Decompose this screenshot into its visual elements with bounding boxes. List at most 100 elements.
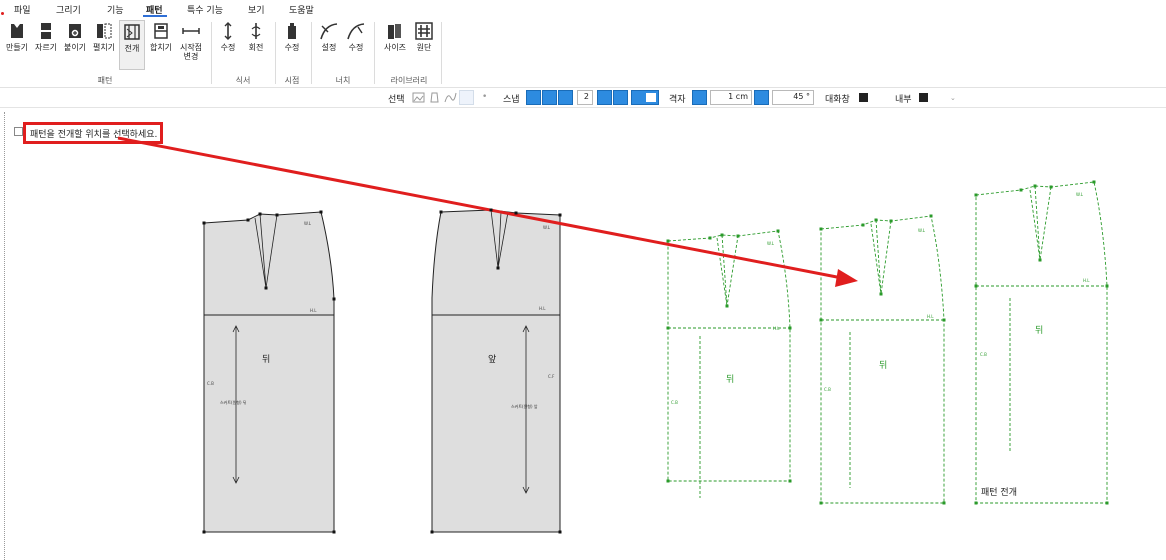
active-tab-indicator xyxy=(143,15,167,17)
make-pattern-icon xyxy=(11,24,23,38)
view-edit-label: 수정 xyxy=(284,43,300,52)
unfolded-pattern-2[interactable] xyxy=(820,215,945,504)
notch-edit-button[interactable]: 수정 xyxy=(343,20,369,52)
attach-button[interactable]: 붙이기 xyxy=(61,20,89,52)
snap-divide-input[interactable]: 2 xyxy=(577,90,593,105)
snap-curve-icon[interactable] xyxy=(597,90,612,105)
seam-edit-label: 수정 xyxy=(220,43,236,52)
snap-endpoint-icon[interactable] xyxy=(526,90,541,105)
grid-label: 격자 xyxy=(669,95,686,105)
back-hip-label: H.L xyxy=(310,308,317,313)
vertex-marker xyxy=(874,218,878,222)
unfold3-back-label: 뒤 xyxy=(1035,324,1043,336)
back-grain-label: 스커트(원형) 뒤 xyxy=(220,399,247,405)
back-cb-label: C.B xyxy=(207,381,214,386)
fabric-grid-icon xyxy=(415,22,433,40)
view-edit-button[interactable]: 수정 xyxy=(280,20,304,52)
fabric-button[interactable]: 원단 xyxy=(411,20,437,52)
grainline-rotate-icon xyxy=(251,23,261,39)
start-point-label: 시작점 xyxy=(179,43,203,52)
vertex-marker xyxy=(708,236,712,240)
vertex-marker xyxy=(819,501,823,505)
vertex-marker xyxy=(819,227,823,231)
notch-set-button[interactable]: 설정 xyxy=(316,20,342,52)
pattern-select-icon[interactable] xyxy=(427,90,442,105)
vertex-marker xyxy=(942,318,946,322)
seam-rotate-button[interactable]: 회전 xyxy=(244,20,268,52)
unfold1-waist-label: W.L xyxy=(767,241,775,246)
group-divider xyxy=(275,22,276,84)
unfold-caption: 패턴 전개 xyxy=(981,487,1017,498)
snap-center-icon[interactable] xyxy=(613,90,628,105)
snap-midpoint-icon[interactable] xyxy=(558,90,573,105)
grid-size-input[interactable]: 1 cm xyxy=(710,90,752,105)
menu-function[interactable]: 기능 xyxy=(107,3,124,16)
make-label: 만들기 xyxy=(5,43,29,52)
vertex-marker xyxy=(1105,284,1109,288)
line-select-icon[interactable] xyxy=(459,90,474,105)
seam-edit-button[interactable]: 수정 xyxy=(216,20,240,52)
pattern-drawing[interactable]: 뒤 앞 스커트(원형) 뒤 스커트(원형) 앞 W.L W.L H.L H.L … xyxy=(0,108,1166,560)
group-divider xyxy=(311,22,312,84)
size-label: 사이즈 xyxy=(383,43,407,52)
size-button[interactable]: 사이즈 xyxy=(380,20,410,52)
unfold-label: 전개 xyxy=(124,44,140,53)
options-toolbar: 선택 • 스냅 2 격자 1 cm 45 ° 대화창 내부 ⌄ xyxy=(0,88,1166,108)
snap-toggle[interactable] xyxy=(631,90,659,105)
snap-intersection-icon[interactable] xyxy=(542,90,557,105)
make-button[interactable]: 만들기 xyxy=(3,20,31,52)
vertex-marker xyxy=(1019,188,1023,192)
back-waist-label: W.L xyxy=(304,221,312,226)
curve-select-icon[interactable] xyxy=(443,90,458,105)
inner-color-swatch[interactable] xyxy=(919,93,928,102)
unfolded-pattern-3[interactable] xyxy=(975,181,1108,504)
menu-help[interactable]: 도움말 xyxy=(289,3,314,16)
app-window: 파일 그리기 기능 패턴 특수 기능 보기 도움말 만들기 자르기 붙이기 펼치… xyxy=(0,0,1166,560)
menu-view[interactable]: 보기 xyxy=(248,3,265,16)
vertex-marker xyxy=(788,326,792,330)
menu-special[interactable]: 특수 기능 xyxy=(187,3,223,16)
notch-set-label: 설정 xyxy=(321,43,337,52)
grid-angle-input[interactable]: 45 ° xyxy=(772,90,814,105)
group-view-label: 시점 xyxy=(284,76,300,85)
vertex-marker xyxy=(558,530,562,534)
unfolded-pattern-1[interactable] xyxy=(667,230,791,498)
unfold-button[interactable]: 전개 xyxy=(119,20,145,70)
unfold2-back-label: 뒤 xyxy=(879,359,887,371)
vertex-marker xyxy=(666,326,670,330)
vertex-marker xyxy=(202,221,206,225)
vertex-marker xyxy=(666,239,670,243)
group-seam-label: 식서 xyxy=(235,76,251,85)
front-skirt-pattern[interactable] xyxy=(431,209,561,533)
menu-file[interactable]: 파일 xyxy=(14,3,31,16)
back-skirt-pattern[interactable] xyxy=(203,211,335,533)
front-cf-label: C.F xyxy=(548,374,555,379)
cut-label: 자르기 xyxy=(34,43,58,52)
cut-button[interactable]: 자르기 xyxy=(32,20,60,52)
grid-angle-icon[interactable] xyxy=(754,90,769,105)
toggle-knob xyxy=(646,93,656,102)
spread-button[interactable]: 펼치기 xyxy=(90,20,118,52)
vertex-marker xyxy=(489,208,493,212)
toolbar-overflow-icon[interactable]: ⌄ xyxy=(950,94,956,102)
image-select-icon[interactable] xyxy=(411,90,426,105)
group-divider xyxy=(374,22,375,84)
vertex-marker xyxy=(929,214,933,218)
front-grain-label: 스커트(원형) 앞 xyxy=(511,403,538,409)
vertex-marker xyxy=(275,213,279,217)
start-point-button[interactable]: 시작점 변경 xyxy=(176,20,206,61)
dialog-label: 대화창 xyxy=(825,95,850,105)
dialog-color-swatch[interactable] xyxy=(859,93,868,102)
menu-draw[interactable]: 그리기 xyxy=(56,3,81,16)
align-button[interactable]: 합치기 xyxy=(147,20,175,52)
vertex-marker xyxy=(666,479,670,483)
vertex-marker xyxy=(439,210,443,214)
notch-set-icon xyxy=(320,23,338,40)
grid-line-icon[interactable] xyxy=(692,90,707,105)
unfold1-hip-label: H.L xyxy=(773,326,780,331)
point-select-icon[interactable]: • xyxy=(482,92,487,102)
unfold2-waist-label: W.L xyxy=(918,228,926,233)
unfold3-cb-label: C.B xyxy=(980,352,987,357)
start-point-icon xyxy=(182,28,200,34)
pattern-labels: 뒤 앞 스커트(원형) 뒤 스커트(원형) 앞 W.L W.L H.L H.L … xyxy=(207,192,1090,498)
